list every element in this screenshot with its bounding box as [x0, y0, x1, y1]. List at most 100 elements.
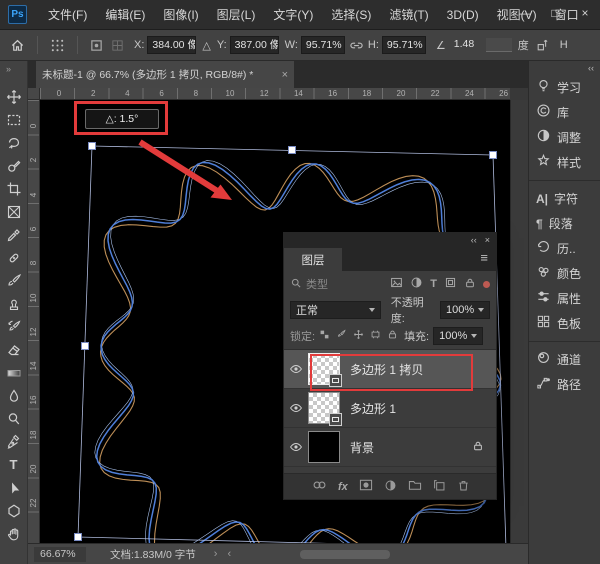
blur-tool-icon[interactable] [5, 388, 23, 404]
x-value-field[interactable]: 384.00 像素 [147, 36, 196, 54]
panel-menu-icon[interactable]: ≡ [480, 248, 496, 271]
layers-tab[interactable]: 图层 [284, 248, 342, 271]
lock-transparent-icon[interactable] [319, 329, 330, 343]
stamp-tool-icon[interactable] [5, 296, 23, 312]
angle-value-field[interactable]: 1.48 [450, 36, 484, 54]
dock-item-swatches[interactable]: 色板 [529, 311, 600, 336]
status-arrow-right-icon[interactable]: › [214, 548, 218, 560]
lock-position-icon[interactable] [353, 329, 364, 343]
close-button[interactable]: × [570, 0, 600, 28]
type-tool-icon[interactable]: T [5, 457, 23, 473]
lock-artboard-icon[interactable] [370, 329, 381, 343]
menu-type[interactable]: 文字(Y) [264, 0, 322, 30]
lock-pixels-icon[interactable] [336, 329, 347, 343]
filter-adjustment-icon[interactable] [410, 276, 423, 292]
new-layer-icon[interactable] [433, 479, 446, 495]
frame-tool-icon[interactable] [5, 204, 23, 220]
grid-toggle-icon[interactable] [111, 39, 124, 52]
filter-toggle-icon[interactable] [483, 281, 490, 288]
layer-row-background[interactable]: 背景 [284, 428, 496, 467]
opacity-field[interactable]: 100% [440, 301, 490, 319]
layer-thumbnail[interactable] [308, 353, 340, 385]
filter-smart-object-icon[interactable] [464, 277, 476, 292]
dock-collapse-icon[interactable]: ‹‹ [529, 61, 600, 75]
lasso-tool-icon[interactable] [5, 135, 23, 151]
home-icon[interactable] [10, 38, 25, 53]
toolbar-collapse-icon[interactable]: » [6, 61, 11, 77]
menu-select[interactable]: 选择(S) [322, 0, 380, 30]
visibility-eye-icon[interactable] [284, 362, 308, 376]
ruler-origin-corner[interactable] [28, 88, 40, 100]
pen-tool-icon[interactable] [5, 434, 23, 450]
layer-thumbnail[interactable] [308, 431, 340, 463]
panel-collapse-icon[interactable]: ‹‹ [471, 234, 477, 247]
horizontal-scrollbar-thumb[interactable] [300, 550, 390, 559]
quick-select-tool-icon[interactable] [5, 158, 23, 174]
dock-item-libraries[interactable]: 库 [529, 100, 600, 125]
dock-item-styles[interactable]: 样式 [529, 150, 600, 175]
lock-all-icon[interactable] [387, 329, 398, 343]
blend-mode-select[interactable]: 正常 [290, 301, 381, 319]
w-value-field[interactable]: 95.71% [301, 36, 345, 54]
crop-tool-icon[interactable] [5, 181, 23, 197]
interpolation-icon[interactable] [536, 38, 550, 52]
vertical-ruler[interactable]: 0246810121416182022 [28, 100, 40, 543]
dock-item-channels[interactable]: 通道 [529, 347, 600, 372]
search-icon[interactable] [290, 277, 302, 292]
eraser-tool-icon[interactable] [5, 342, 23, 358]
delete-layer-icon[interactable] [457, 479, 470, 495]
layer-row-polygon-copy[interactable]: 多边形 1 拷贝 [284, 350, 496, 389]
link-dimensions-icon[interactable] [349, 38, 364, 53]
menu-filter[interactable]: 滤镜(T) [380, 0, 437, 30]
visibility-eye-icon[interactable] [284, 401, 308, 415]
tab-close-icon[interactable]: × [282, 69, 288, 81]
y-value-field[interactable]: 387.00 像素 [230, 36, 279, 54]
dock-item-properties[interactable]: 属性 [529, 286, 600, 311]
angle-input-box[interactable] [486, 38, 512, 52]
filter-shape-icon[interactable] [444, 276, 457, 292]
menu-image[interactable]: 图像(I) [154, 0, 207, 30]
shape-tool-icon[interactable] [5, 503, 23, 519]
new-group-icon[interactable] [408, 479, 422, 494]
dodge-tool-icon[interactable] [5, 411, 23, 427]
history-brush-tool-icon[interactable] [5, 319, 23, 335]
filter-type-dropdown[interactable]: 类型 [306, 276, 328, 292]
layer-mask-icon[interactable] [359, 479, 373, 494]
path-select-tool-icon[interactable] [5, 480, 23, 496]
dock-item-character[interactable]: A| 字符 [529, 186, 600, 211]
document-tab[interactable]: 未标题-1 @ 66.7% (多边形 1 拷贝, RGB/8#) * × [36, 61, 294, 88]
menu-layer[interactable]: 图层(L) [208, 0, 265, 30]
marquee-tool-icon[interactable] [5, 112, 23, 128]
dock-item-paragraph[interactable]: ¶ 段落 [529, 211, 600, 236]
minimize-button[interactable]: — [510, 0, 540, 28]
visibility-eye-icon[interactable] [284, 440, 308, 454]
layer-thumbnail[interactable] [308, 392, 340, 424]
dock-item-adjustments[interactable]: 调整 [529, 125, 600, 150]
menu-edit[interactable]: 编辑(E) [96, 0, 154, 30]
dock-item-learn[interactable]: 学习 [529, 75, 600, 100]
layer-name[interactable]: 多边形 1 [350, 400, 396, 417]
zoom-level-field[interactable]: 66.67% [34, 547, 86, 562]
gradient-tool-icon[interactable] [5, 365, 23, 381]
layer-name[interactable]: 背景 [350, 439, 374, 456]
menu-3d[interactable]: 3D(D) [438, 0, 488, 30]
toggle-reference-icon[interactable] [90, 39, 103, 52]
horizontal-ruler[interactable]: 02468101214161820222426 [40, 88, 510, 100]
adjustment-layer-icon[interactable] [384, 479, 397, 495]
panel-close-icon[interactable]: × [485, 234, 490, 247]
menu-file[interactable]: 文件(F) [39, 0, 96, 30]
dock-item-color[interactable]: 颜色 [529, 261, 600, 286]
layer-row-polygon[interactable]: 多边形 1 [284, 389, 496, 428]
brush-tool-icon[interactable] [5, 273, 23, 289]
layer-style-fx-icon[interactable]: fx [338, 481, 348, 493]
eyedropper-tool-icon[interactable] [5, 227, 23, 243]
h-value-field[interactable]: 95.71% [382, 36, 426, 54]
link-layers-icon[interactable] [312, 479, 327, 494]
dock-item-history[interactable]: 历.. [529, 236, 600, 261]
filter-pixel-icon[interactable] [390, 276, 403, 292]
relative-position-icon[interactable]: △ [202, 39, 210, 52]
layer-name[interactable]: 多边形 1 拷贝 [350, 361, 423, 378]
maximize-button[interactable]: □ [540, 0, 570, 28]
move-tool-icon[interactable] [5, 89, 23, 105]
reference-point-icon[interactable] [50, 38, 65, 53]
